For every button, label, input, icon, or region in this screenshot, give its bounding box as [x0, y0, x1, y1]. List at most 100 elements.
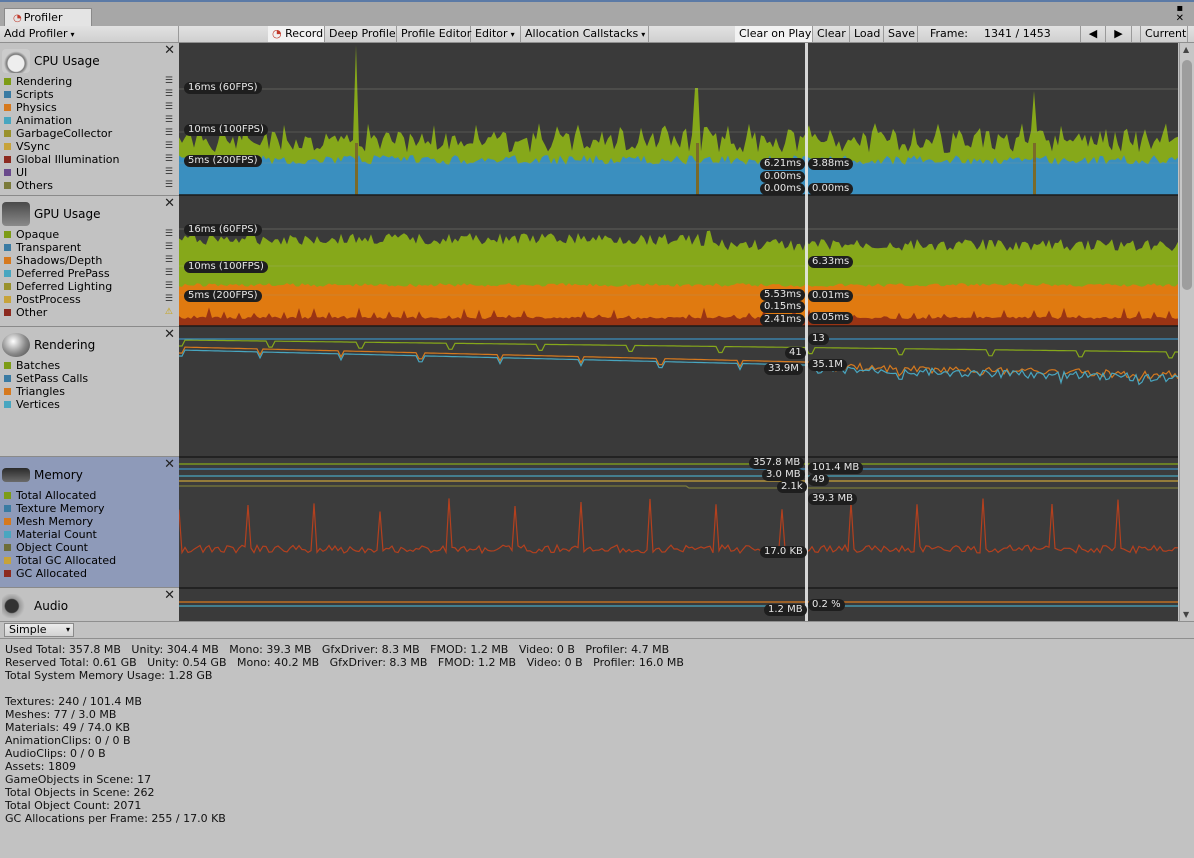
allocation-callstacks-dropdown[interactable]: Allocation Callstacks [521, 26, 649, 42]
scrollbar-thumb[interactable] [1182, 60, 1192, 290]
series-item[interactable]: Total Allocated [4, 489, 116, 502]
clear-button[interactable]: Clear [813, 26, 850, 42]
close-window-icon[interactable]: ✕ [1176, 14, 1184, 24]
graphs-scrollbar[interactable]: ▲ ▼ [1179, 43, 1194, 621]
series-item[interactable]: Physics [4, 101, 119, 114]
load-button[interactable]: Load [850, 26, 884, 42]
series-item[interactable]: Material Count [4, 528, 116, 541]
series-item[interactable]: Scripts [4, 88, 119, 101]
deep-profile-button[interactable]: Deep Profile [325, 26, 397, 42]
drag-handle-icon[interactable]: ⚠ [165, 306, 173, 319]
drag-handle-icon[interactable]: ☰ [165, 293, 173, 306]
drag-handle-icon[interactable]: ☰ [165, 75, 173, 88]
current-frame-button[interactable]: Current [1140, 26, 1188, 42]
series-label: Total Allocated [16, 489, 97, 502]
drag-handle-icon[interactable]: ☰ [165, 254, 173, 267]
tab-profiler[interactable]: ◔ Profiler [4, 8, 92, 28]
series-item[interactable]: Opaque [4, 228, 112, 241]
drag-handle-icon[interactable]: ☰ [165, 114, 173, 127]
module-cpu[interactable]: CPU Usage ✕ Rendering Scripts Physics Anima… [0, 43, 179, 196]
module-title: Rendering [34, 338, 96, 352]
window-controls: ▪ ✕ [1176, 4, 1184, 24]
series-item[interactable]: Deferred Lighting [4, 280, 112, 293]
series-label: Deferred PrePass [16, 267, 110, 280]
module-gpu[interactable]: GPU Usage ✕ Opaque Transparent Shadows/Dep… [0, 196, 179, 327]
series-color-swatch [4, 401, 11, 408]
selected-frame-marker [805, 43, 808, 621]
module-audio[interactable]: Audio ✕ [0, 588, 179, 621]
series-item[interactable]: Texture Memory [4, 502, 116, 515]
module-header: CPU Usage [2, 47, 100, 75]
add-profiler-dropdown[interactable]: Add Profiler [0, 26, 179, 42]
series-item[interactable]: UI [4, 166, 119, 179]
series-item[interactable]: SetPass Calls [4, 372, 88, 385]
series-item[interactable]: Global Illumination [4, 153, 119, 166]
series-label: Other [16, 306, 48, 319]
drag-handle-icon[interactable]: ☰ [165, 153, 173, 166]
close-module-icon[interactable]: ✕ [164, 196, 175, 211]
drag-handle-icon[interactable]: ☰ [165, 280, 173, 293]
series-color-swatch [4, 143, 11, 150]
load-label: Load [854, 27, 881, 40]
series-item[interactable]: VSync [4, 140, 119, 153]
cpu-scripts-area [179, 155, 1178, 195]
series-label: Physics [16, 101, 57, 114]
profile-editor-button[interactable]: Profile Editor [397, 26, 471, 42]
frame-counter: 1341 / 1453 [984, 27, 1051, 40]
drag-handle-icon[interactable]: ☰ [165, 228, 173, 241]
drag-handle-icon[interactable]: ☰ [165, 127, 173, 140]
drag-handle-icon[interactable]: ☰ [165, 101, 173, 114]
cpu-spike [355, 143, 358, 195]
allocation-callstacks-label: Allocation Callstacks [525, 27, 639, 40]
module-header: Rendering [2, 331, 95, 359]
close-module-icon[interactable]: ✕ [164, 43, 175, 58]
drag-handle-icon[interactable]: ☰ [165, 166, 173, 179]
series-list: Total Allocated Texture Memory Mesh Memory… [4, 489, 116, 580]
series-label: Batches [16, 359, 61, 372]
drag-handle-icon[interactable]: ☰ [165, 88, 173, 101]
series-item[interactable]: Other [4, 306, 112, 319]
series-item[interactable]: Mesh Memory [4, 515, 116, 528]
scroll-up-icon[interactable]: ▲ [1183, 45, 1189, 54]
series-item[interactable]: Object Count [4, 541, 116, 554]
profiler-graphs[interactable]: 16ms (60FPS) 10ms (100FPS) 5ms (200FPS) … [178, 43, 1179, 621]
prev-frame-button[interactable]: ◀ [1080, 26, 1106, 42]
clear-label: Clear [817, 27, 846, 40]
drag-handle-icon[interactable]: ☰ [165, 241, 173, 254]
drag-handle-icon[interactable]: ☰ [165, 267, 173, 280]
series-item[interactable]: GC Allocated [4, 567, 116, 580]
series-color-swatch [4, 557, 11, 564]
close-module-icon[interactable]: ✕ [164, 457, 175, 472]
clear-on-play-button[interactable]: Clear on Play [735, 26, 813, 42]
series-item[interactable]: Others [4, 179, 119, 192]
series-item[interactable]: PostProcess [4, 293, 112, 306]
series-item[interactable]: Triangles [4, 385, 88, 398]
save-button[interactable]: Save [884, 26, 918, 42]
series-item[interactable]: Deferred PrePass [4, 267, 112, 280]
gpu-200fps-label: 5ms (200FPS) [184, 290, 262, 302]
series-item[interactable]: GarbageCollector [4, 127, 119, 140]
module-memory[interactable]: Memory ✕ Total Allocated Texture Memory Me… [0, 457, 179, 588]
drag-handle-icon[interactable]: ☰ [165, 179, 173, 192]
cpu-value-label: 6.21ms [760, 158, 806, 170]
close-module-icon[interactable]: ✕ [164, 588, 175, 603]
module-rendering[interactable]: Rendering ✕ Batches SetPass Calls Triangle… [0, 327, 179, 457]
series-color-swatch [4, 296, 11, 303]
view-mode-dropdown[interactable]: Simple [4, 623, 74, 637]
series-item[interactable]: Transparent [4, 241, 112, 254]
record-button[interactable]: ◔ Record [268, 26, 325, 42]
next-frame-button[interactable]: ▶ [1106, 26, 1132, 42]
series-item[interactable]: Batches [4, 359, 88, 372]
memory-chip-icon [2, 468, 30, 482]
series-item[interactable]: Shadows/Depth [4, 254, 112, 267]
drag-handle-icon[interactable]: ☰ [165, 140, 173, 153]
series-item[interactable]: Total GC Allocated [4, 554, 116, 567]
cpu-60fps-label: 16ms (60FPS) [184, 82, 262, 94]
scroll-down-icon[interactable]: ▼ [1183, 610, 1189, 619]
series-item[interactable]: Vertices [4, 398, 88, 411]
editor-dropdown[interactable]: Editor [471, 26, 521, 42]
series-item[interactable]: Animation [4, 114, 119, 127]
close-module-icon[interactable]: ✕ [164, 327, 175, 342]
series-item[interactable]: Rendering [4, 75, 119, 88]
module-title: GPU Usage [34, 207, 101, 221]
